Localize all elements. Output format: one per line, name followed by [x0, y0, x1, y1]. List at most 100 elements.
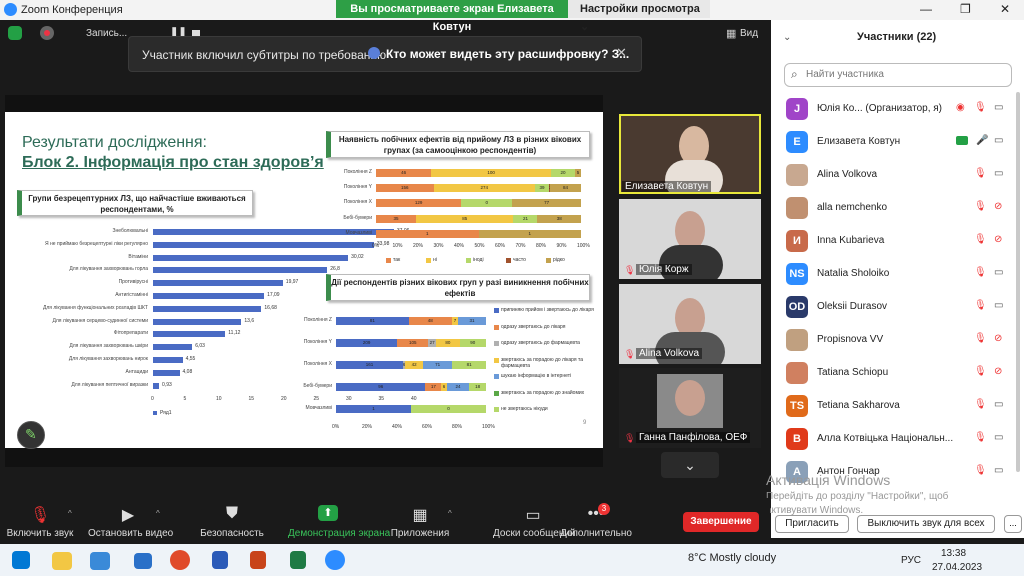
mail-icon[interactable] [90, 552, 110, 570]
scroll-down-button[interactable]: ⌄ [661, 452, 719, 478]
end-meeting-button[interactable]: Завершение [683, 512, 759, 532]
stacked-bar-segment: 274 [433, 184, 535, 193]
mic-muted-icon: 🎙 [624, 265, 636, 275]
bar-category-label: Бебі-бумери [343, 214, 372, 221]
view-options-label: Настройки просмотра [580, 3, 700, 15]
camera-icon: ▶ [121, 507, 135, 524]
video-off-icon: ⊘ [994, 333, 1003, 344]
view-options-button[interactable]: Настройки просмотра ⌄ [568, 0, 710, 33]
clock-date[interactable]: 27.04.2023 [932, 562, 982, 573]
participant-name: Natalia Sholoiko [817, 268, 890, 279]
mic-muted-icon: 🎙 [30, 507, 51, 524]
chrome-icon[interactable] [170, 550, 190, 570]
axis-tick-label: 40 [411, 396, 417, 402]
bar-category-label: Для лікування функціональних розладів ШК… [42, 304, 148, 311]
close-icon[interactable]: ✕ [616, 45, 627, 61]
mic-muted-icon: 🎙 [974, 168, 987, 179]
shield-icon[interactable] [8, 26, 22, 40]
mic-muted-icon: 🎙 [974, 201, 987, 212]
participant-list-scrollbar[interactable] [1016, 92, 1020, 472]
chevron-down-icon[interactable]: ⌄ [783, 32, 791, 43]
axis-tick-label: 5 [183, 396, 187, 402]
grid-view-icon[interactable]: ▦ [726, 27, 736, 40]
windows-watermark-title: Активація Windows [766, 472, 891, 488]
stacked-bar-segment: 17 [425, 383, 442, 391]
zoom-taskbar-icon[interactable] [325, 550, 345, 570]
axis-tick-label: 100% [577, 243, 590, 249]
stacked-bar-segment: 1 [336, 405, 411, 413]
bar-category-label: Фітопрепарати [113, 330, 148, 337]
participant-name: alla nemchenko [817, 202, 888, 213]
axis-tick-label: 0% [332, 424, 340, 430]
view-label[interactable]: Вид [740, 28, 758, 39]
more-options-button[interactable]: ... [1004, 515, 1022, 533]
language-indicator[interactable]: РУС [901, 555, 921, 566]
stacked-bar-segment: 20 [551, 169, 575, 177]
powerpoint-icon[interactable] [250, 551, 266, 569]
bar-category-label: Покоління X [303, 361, 332, 367]
recording-icon [40, 26, 54, 40]
windows-start-icon[interactable] [12, 551, 30, 569]
legend-label: рідко [553, 257, 565, 263]
stacked-bar-segment: 18 [469, 383, 486, 391]
caption-visibility-link[interactable]: Кто может видеть эту расшифровку? З... [386, 47, 629, 61]
stacked-bar-segment: 156 [376, 184, 434, 193]
stacked-bar-segment: 21 [513, 214, 538, 223]
stacked-bar-segment: 80 [436, 339, 460, 347]
stacked-bar-segment: 48 [408, 317, 452, 325]
shield-icon: ⛊ [225, 505, 238, 522]
axis-tick-label: 30 [346, 396, 352, 402]
video-name: Елизавета Ковтун [622, 181, 712, 192]
bar-category-label: Покоління Y [343, 184, 372, 191]
word-icon[interactable] [212, 551, 228, 569]
bar-category-label: Антациди [125, 368, 148, 375]
file-explorer-icon[interactable] [52, 552, 72, 570]
avatar [786, 329, 808, 351]
axis-tick-label: 60% [422, 424, 433, 430]
video-icon: ▭ [994, 432, 1004, 443]
stacked-bar-segment: 38 [537, 214, 581, 223]
close-button[interactable]: ✕ [1000, 2, 1010, 16]
mic-muted-icon: 🎙 [974, 432, 987, 443]
bar [153, 267, 328, 274]
security-label: Безопасность [200, 528, 264, 539]
bar [153, 305, 262, 312]
axis-tick-label: 35 [378, 396, 385, 402]
excel-icon[interactable] [290, 551, 306, 569]
stacked-bar-segment: 85 [416, 214, 514, 223]
stacked-bar-segment: 161 [336, 361, 403, 369]
app-title: Zoom Конференция [21, 4, 123, 16]
legend-swatch [494, 390, 499, 396]
mute-all-button[interactable]: Выключить звук для всех [857, 515, 995, 533]
store-icon[interactable] [134, 553, 152, 569]
chevron-up-icon[interactable]: ^ [156, 509, 160, 518]
video-icon: ▭ [994, 399, 1004, 410]
restore-button[interactable]: ❐ [960, 2, 971, 16]
avatar: И [786, 230, 808, 252]
bar [153, 241, 374, 248]
stacked-bar-segment: 46 [376, 169, 432, 177]
video-icon: ▭ [994, 267, 1004, 278]
bar-value-label: 4,08 [182, 368, 193, 375]
invite-button[interactable]: Пригласить [775, 515, 849, 533]
chevron-up-icon[interactable]: ^ [68, 509, 72, 518]
annotate-pen-button[interactable] [17, 421, 45, 449]
mic-muted-icon: 🎙 [974, 465, 987, 476]
record-icon: ◉ [956, 102, 965, 113]
stop-video-label: Остановить видео [88, 528, 174, 539]
slide-bottom-bar [5, 448, 603, 467]
minimize-button[interactable]: — [920, 2, 932, 16]
bar [153, 344, 193, 351]
chart2-caption-box: Наявність побічних ефектів від прийому Л… [326, 131, 590, 158]
video-icon: ▭ [994, 300, 1004, 311]
legend-swatch [153, 411, 157, 415]
stacked-bar-segment: 84 [549, 184, 581, 193]
chevron-up-icon[interactable]: ^ [448, 509, 452, 518]
bar-category-label: Для лікування захворювань нирок [68, 356, 148, 362]
bar-category-label: Для лікування захворювань шкіри [69, 343, 148, 350]
clock-time[interactable]: 13:38 [941, 548, 966, 559]
bar-category-label: Бебі-бумери [303, 383, 332, 389]
axis-tick-label: 10% [392, 243, 403, 249]
stacked-bar-segment: 0 [411, 405, 486, 413]
weather-widget[interactable]: 8°C Mostly cloudy [688, 552, 776, 564]
